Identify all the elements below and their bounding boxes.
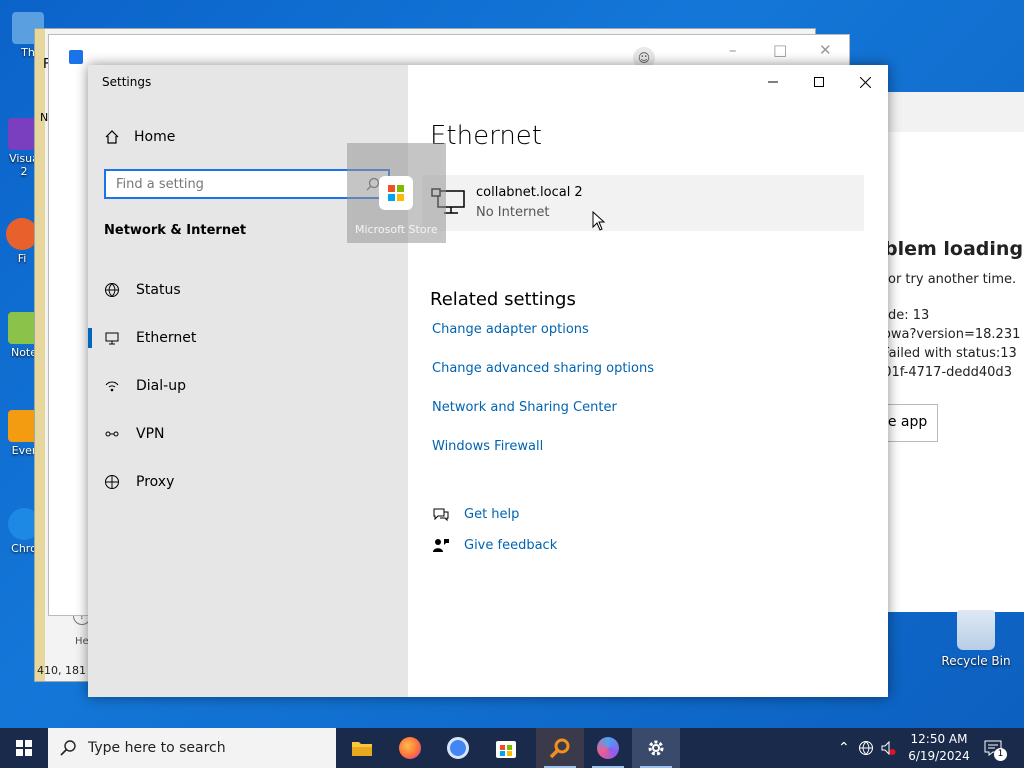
link-windows-firewall[interactable]: Windows Firewall — [432, 439, 543, 454]
taskbar-search-placeholder: Type here to search — [88, 740, 226, 756]
error-title: blem loading th — [884, 238, 1024, 260]
error-line-1: or try another time. — [888, 272, 1017, 287]
drag-label: Microsoft Store — [355, 223, 438, 236]
window-title: Settings — [102, 75, 152, 89]
maximize-button[interactable] — [796, 67, 842, 97]
vpn-icon — [104, 426, 120, 442]
app-icon — [597, 737, 619, 759]
store-minimize-button[interactable]: – — [729, 41, 737, 59]
start-button[interactable] — [0, 728, 48, 768]
error-line-2: de: 13 — [888, 308, 930, 323]
chevron-up-icon[interactable]: ⌃ — [838, 740, 850, 756]
taskbar-search-tool[interactable] — [536, 728, 584, 768]
firefox-icon — [399, 737, 421, 759]
page-title: Ethernet — [430, 121, 542, 151]
store-logo-icon — [69, 50, 83, 64]
clock-time: 12:50 AM — [910, 732, 968, 746]
recycle-bin-icon — [957, 610, 995, 650]
nav-item-dialup[interactable]: Dial-up — [88, 368, 408, 404]
explorer-nav-fragment: N — [40, 111, 49, 124]
nav-item-proxy[interactable]: Proxy — [88, 464, 408, 500]
feedback-icon — [433, 539, 449, 552]
ethernet-icon — [104, 330, 120, 346]
chrome-icon — [447, 737, 469, 759]
clock-date: 6/19/2024 — [908, 749, 970, 763]
minimize-button[interactable] — [750, 67, 796, 97]
file-list-strip — [35, 29, 45, 681]
nav-item-vpn[interactable]: VPN — [88, 416, 408, 452]
home-icon — [105, 130, 119, 144]
error-line-4: n Failed with status:13 — [870, 346, 1017, 361]
search-tool-icon — [549, 738, 570, 759]
notification-count: 1 — [994, 748, 1007, 761]
explorer-help-label: He — [75, 636, 89, 647]
link-change-adapter-options[interactable]: Change adapter options — [432, 322, 589, 337]
nav-label: Ethernet — [136, 330, 197, 346]
nav-item-status[interactable]: Status — [88, 272, 408, 308]
taskbar-store[interactable] — [482, 728, 530, 768]
file-explorer-icon — [352, 742, 372, 756]
get-help-link[interactable]: Get help — [432, 506, 519, 522]
network-connection-card[interactable]: collabnet.local 2 No Internet — [422, 175, 864, 231]
home-nav-item[interactable]: Home — [104, 129, 175, 145]
taskbar-search-box[interactable]: Type here to search — [48, 728, 336, 768]
settings-window: Settings Home Network & Internet Status … — [88, 65, 888, 697]
settings-content-pane: Ethernet collabnet.local 2 No Internet R… — [408, 65, 888, 697]
notification-center-button[interactable]: 1 — [984, 728, 1008, 768]
give-feedback-link[interactable]: Give feedback — [432, 537, 557, 553]
nav-label: Dial-up — [136, 378, 186, 394]
taskbar-clock[interactable]: 12:50 AM 6/19/2024 — [904, 731, 974, 765]
network-status: No Internet — [476, 205, 550, 220]
error-line-5: -f01f-4717-dedd40d3 — [874, 365, 1012, 380]
taskbar-firefox[interactable] — [386, 728, 434, 768]
network-globe-icon[interactable] — [858, 740, 874, 756]
mouse-cursor-icon — [592, 211, 606, 231]
store-icon — [496, 741, 516, 758]
taskbar: Type here to search ⌃ 12:50 AM 6/19/2024 — [0, 728, 1024, 768]
drag-preview-microsoft-store: Microsoft Store — [347, 143, 446, 243]
desktop-icon-recycle-bin[interactable]: Recycle Bin — [940, 610, 1012, 668]
close-button[interactable] — [842, 67, 888, 97]
store-maximize-button[interactable]: □ — [773, 41, 787, 59]
nav-item-ethernet[interactable]: Ethernet — [88, 320, 408, 356]
taskbar-file-explorer[interactable] — [338, 728, 386, 768]
network-name: collabnet.local 2 — [476, 185, 583, 200]
volume-muted-icon[interactable] — [880, 740, 896, 756]
home-label: Home — [134, 129, 176, 145]
nav-label: Status — [136, 282, 181, 298]
proxy-globe-icon — [104, 474, 120, 490]
dialup-icon — [104, 378, 120, 394]
close-icon — [859, 76, 871, 88]
help-chat-icon — [433, 508, 449, 522]
taskbar-settings[interactable] — [632, 728, 680, 768]
search-input[interactable] — [114, 171, 358, 197]
link-change-advanced-sharing[interactable]: Change advanced sharing options — [432, 361, 654, 376]
nav-label: Proxy — [136, 474, 175, 490]
link-network-sharing-center[interactable]: Network and Sharing Center — [432, 400, 617, 415]
settings-gear-icon — [648, 740, 664, 756]
globe-status-icon — [104, 282, 120, 298]
windows-logo-icon — [16, 740, 32, 756]
taskbar-app[interactable] — [584, 728, 632, 768]
error-line-3: n/pwa?version=18.231 — [870, 327, 1021, 342]
store-close-button[interactable]: ✕ — [819, 41, 832, 59]
system-tray: ⌃ — [838, 728, 896, 768]
section-title: Network & Internet — [104, 223, 247, 238]
related-settings-title: Related settings — [430, 289, 576, 310]
maximize-icon — [814, 77, 824, 87]
nav-label: VPN — [136, 426, 165, 442]
minimize-icon — [768, 81, 778, 83]
store-tile-icon — [379, 176, 413, 210]
taskbar-chrome[interactable] — [434, 728, 482, 768]
search-icon — [60, 740, 76, 756]
